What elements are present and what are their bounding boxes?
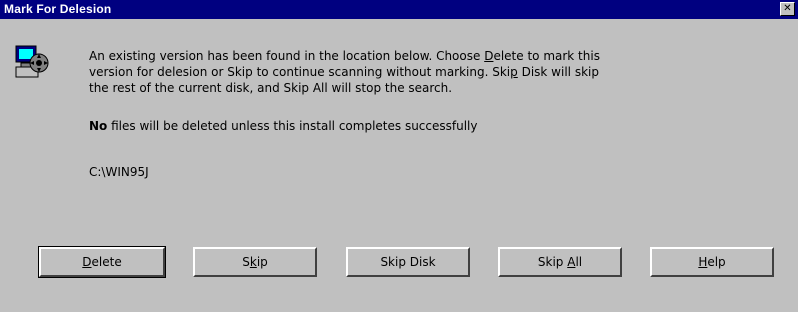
title-bar[interactable]: Mark For Delesion ✕ (0, 0, 798, 19)
help-mnemonic: H (698, 255, 708, 269)
location-path: C:\WIN95J (89, 165, 149, 179)
close-glyph: ✕ (783, 3, 792, 14)
warning-note: No files will be deleted unless this ins… (89, 119, 477, 133)
message-text: Disk will skip (517, 65, 599, 79)
message-line-1: An existing version has been found in th… (89, 48, 600, 64)
message-text: elete to mark this (493, 49, 600, 63)
skip-all-label-rest: ll (575, 255, 583, 269)
help-button[interactable]: Help (650, 247, 774, 277)
delete-label: elete (91, 255, 122, 269)
skip-disk-button[interactable]: Skip Disk (346, 247, 470, 277)
skip-button[interactable]: Skip (193, 247, 317, 277)
note-text: files will be deleted unless this instal… (107, 119, 478, 133)
message-mnemonic: p (510, 65, 518, 79)
message-text: An existing version has been found in th… (89, 49, 485, 63)
close-icon[interactable]: ✕ (780, 2, 795, 16)
skip-all-button[interactable]: Skip All (498, 247, 622, 277)
skip-disk-label: Skip Disk (380, 255, 436, 269)
message-line-3: the rest of the current disk, and Skip A… (89, 81, 453, 95)
computer-disk-icon (15, 45, 49, 78)
skip-mnemonic: k (249, 255, 257, 269)
message-text: version for delesion or Skip to continue… (89, 65, 511, 79)
message-line-2: version for delesion or Skip to continue… (89, 64, 599, 80)
skip-label-rest: ip (256, 255, 268, 269)
skip-label-pre: S (242, 255, 250, 269)
skip-all-label-pre: Skip (537, 255, 568, 269)
window-title: Mark For Delesion (4, 2, 112, 16)
help-label: elp (707, 255, 726, 269)
note-emphasis: No (89, 119, 108, 133)
delete-mnemonic: D (82, 255, 92, 269)
delete-button[interactable]: Delete (38, 246, 166, 278)
mark-for-deletion-dialog: Mark For Delesion ✕ An existing version … (0, 0, 798, 312)
